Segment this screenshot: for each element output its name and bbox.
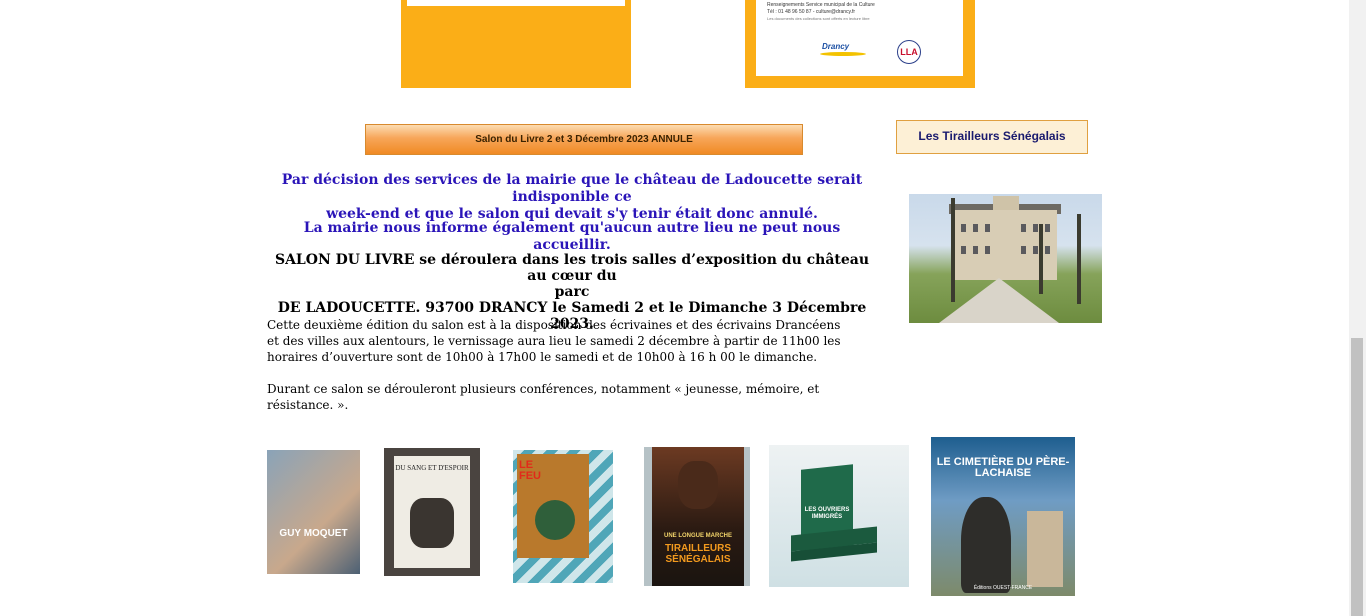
scrollbar-thumb[interactable] [1351, 338, 1363, 616]
notice-line: Par décision des services de la mairie q… [281, 172, 863, 205]
book-cover-le-feu[interactable]: LE FEU [513, 450, 613, 583]
description: Cette deuxième édition du salon est à la… [267, 317, 887, 365]
description-line: Durant ce salon se dérouleront plusieurs… [267, 382, 820, 412]
vertical-scrollbar[interactable] [1349, 0, 1366, 616]
notice-line: La mairie nous informe également qu'aucu… [303, 220, 841, 253]
poster-info-line: Tél : 01 48 96 50 87 - culture@drancy.fr [767, 9, 856, 15]
book-title: DU SANG ET D'ESPOIR [395, 464, 469, 472]
book-cover-pere-lachaise[interactable]: LE CIMETIÈRE DU PÈRE-LACHAISE Éditions O… [931, 437, 1075, 596]
poster-info-line: Renseignements Service municipal de la C… [767, 2, 875, 8]
book-title: GUY MOQUET [279, 528, 348, 539]
salon-info-line: parc [554, 284, 590, 300]
book-publisher: Éditions OUEST-FRANCE [973, 585, 1033, 591]
description-line: Cette deuxième édition du salon est à la… [267, 318, 841, 332]
tirailleurs-senegalais-button[interactable]: Les Tirailleurs Sénégalais [896, 120, 1088, 154]
book-cover-du-sang[interactable]: DU SANG ET D'ESPOIR [384, 448, 480, 576]
book-title: LES OUVRIERS IMMIGRÉS [804, 507, 850, 520]
description-line: et des villes aux alentours, le vernissa… [267, 334, 841, 348]
poster-right: Renseignements Service municipal de la C… [745, 0, 975, 88]
poster-right-panel: Renseignements Service municipal de la C… [756, 0, 963, 76]
salon-annule-button[interactable]: Salon du Livre 2 et 3 Décembre 2023 ANNU… [365, 124, 803, 155]
book-title: TIRAILLEURS SÉNÉGALAIS [664, 543, 732, 565]
salon-info-line: SALON DU LIVRE se déroulera dans les tro… [274, 252, 870, 284]
book-subtitle: UNE LONGUE MARCHE [663, 533, 732, 539]
association-logo: LLA [897, 40, 921, 64]
poster-info-line: Les documents des collections sont offer… [767, 16, 870, 21]
book-cover-guy-moquet[interactable]: GUY MOQUET [267, 450, 360, 574]
poster-left [401, 0, 631, 88]
book-title: LE CIMETIÈRE DU PÈRE-LACHAISE [936, 456, 1070, 479]
drancy-logo: Drancy [822, 42, 850, 51]
book-cover-ouvriers[interactable]: LES OUVRIERS IMMIGRÉS [769, 445, 909, 587]
chateau-ladoucette-photo [909, 194, 1102, 323]
description-line: horaires d’ouverture sont de 10h00 à 17h… [267, 350, 818, 364]
book-cover-tirailleurs[interactable]: UNE LONGUE MARCHE TIRAILLEURS SÉNÉGALAIS [644, 447, 750, 586]
notice-text: Par décision des services de la mairie q… [267, 172, 877, 223]
poster-left-panel [407, 0, 625, 6]
book-title: LE FEU [519, 459, 541, 482]
drancy-logo-swoosh [820, 52, 866, 56]
